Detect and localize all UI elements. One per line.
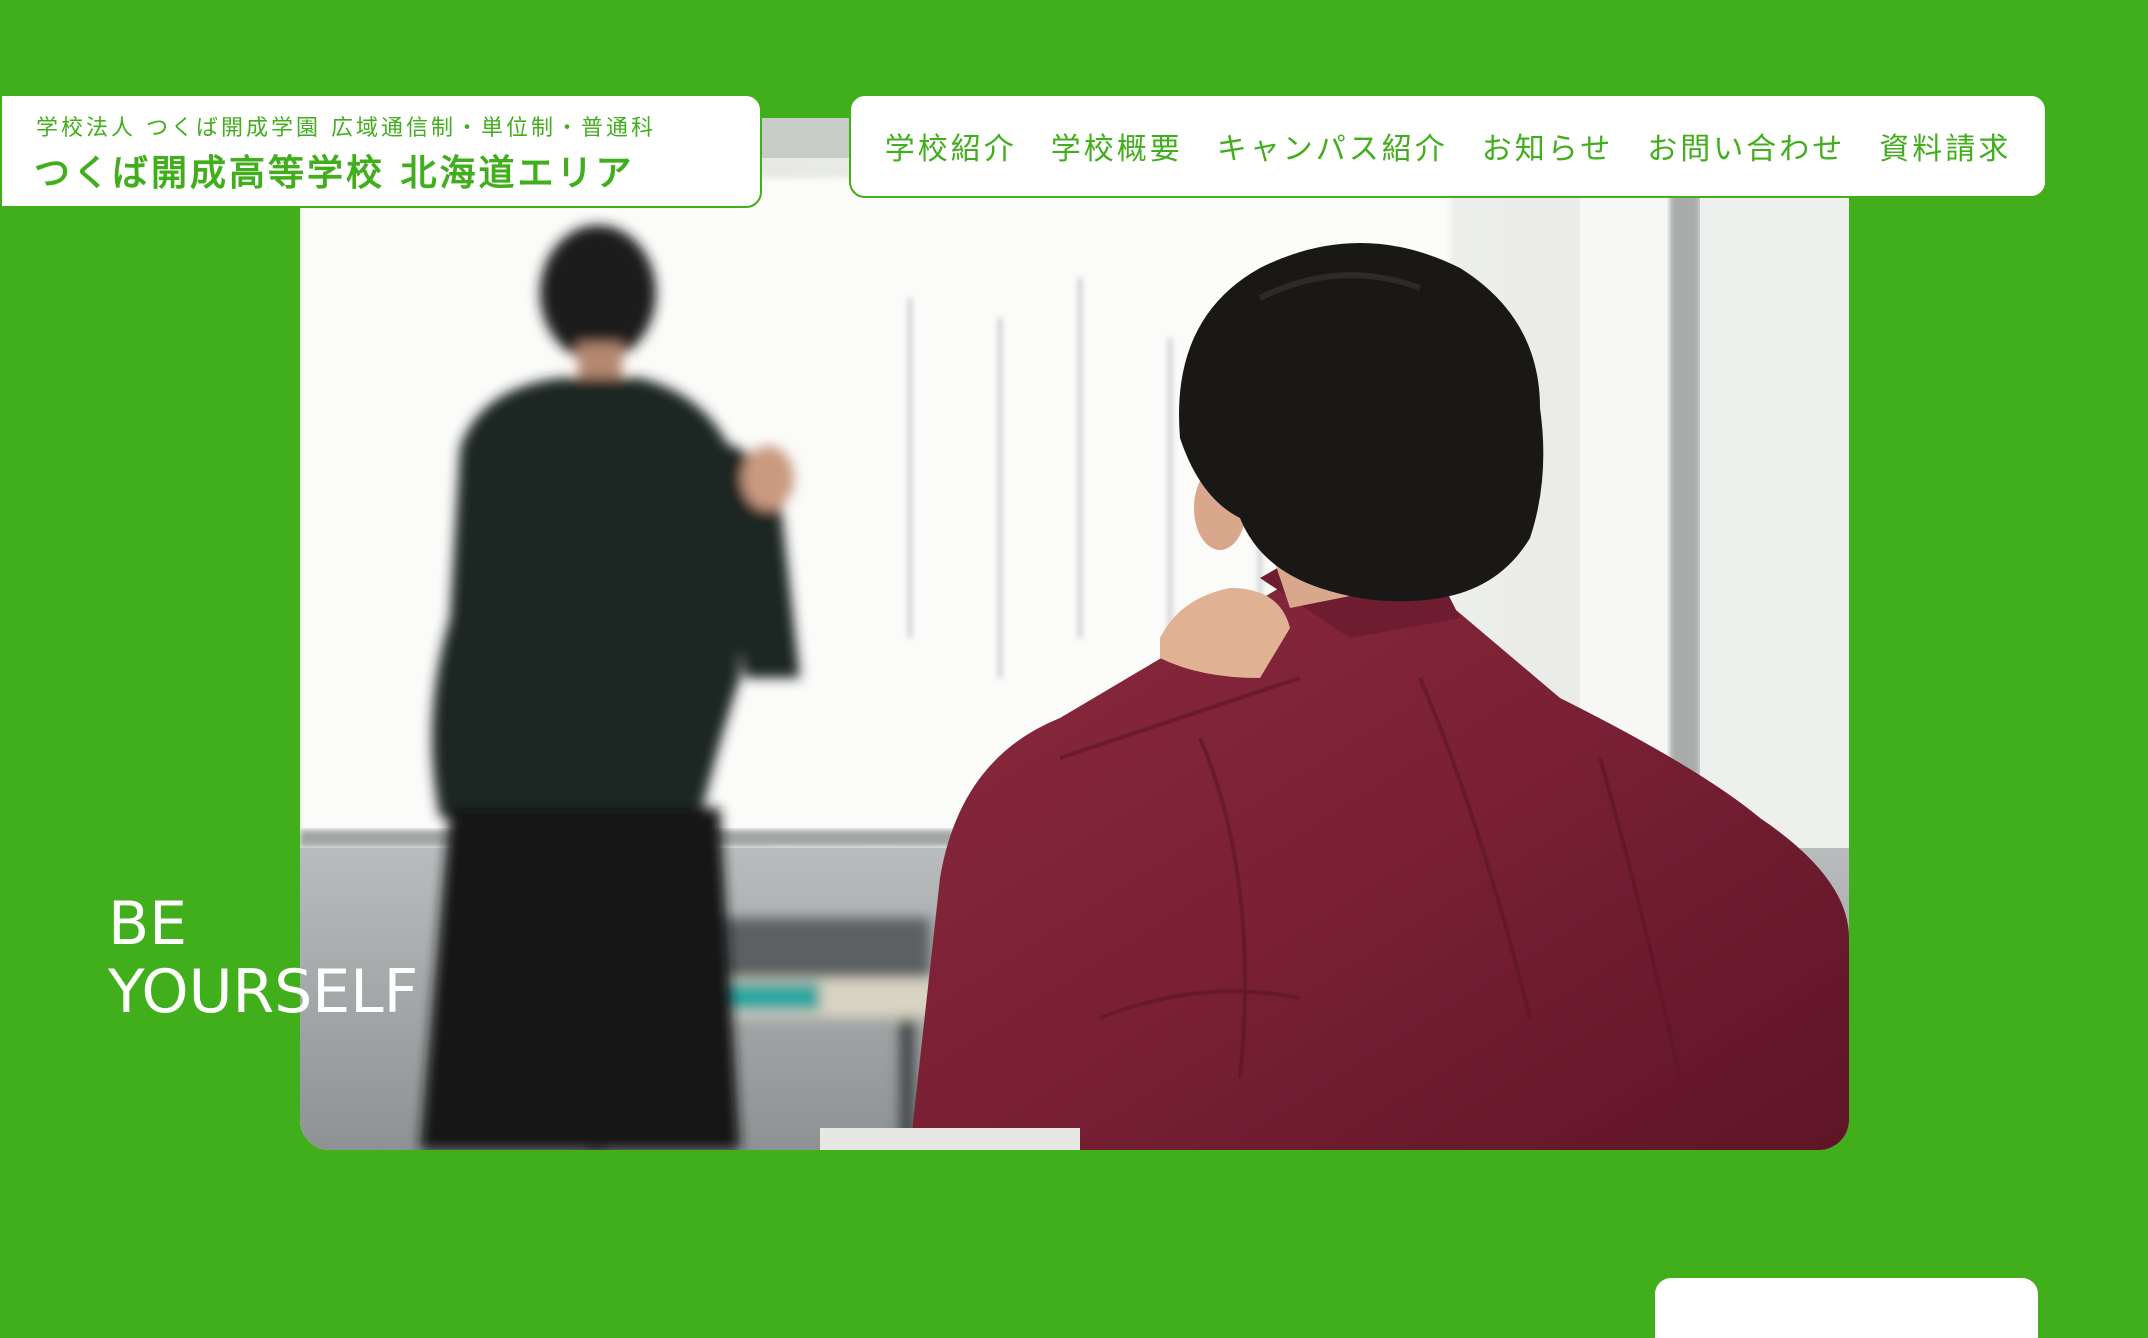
nav-item-contact[interactable]: お問い合わせ: [1647, 124, 1845, 168]
nav-item-school-intro[interactable]: 学校紹介: [885, 124, 1017, 168]
site-logo[interactable]: 学校法人 つくば開成学園 広域通信制・単位制・普通科 つくば開成高等学校 北海道…: [0, 94, 762, 208]
main-nav: 学校紹介 学校概要 キャンパス紹介 お知らせ お問い合わせ 資料請求: [849, 94, 2047, 198]
logo-subtitle: 学校法人 つくば開成学園 広域通信制・単位制・普通科: [36, 116, 656, 141]
hero-tagline: BE YOURSELF: [108, 890, 418, 1026]
nav-item-campus-intro[interactable]: キャンパス紹介: [1217, 124, 1448, 168]
tagline-line-2: YOURSELF: [108, 957, 419, 1027]
nav-item-news[interactable]: お知らせ: [1482, 124, 1613, 168]
nav-item-school-overview[interactable]: 学校概要: [1051, 124, 1183, 168]
bottom-card[interactable]: [1655, 1278, 2038, 1338]
hero-image: [300, 118, 1849, 1150]
nav-list: 学校紹介 学校概要 キャンパス紹介 お知らせ お問い合わせ 資料請求: [885, 124, 2011, 168]
tagline-line-1: BE: [108, 889, 188, 959]
logo-title: つくば開成高等学校 北海道エリア: [34, 153, 635, 194]
classroom-photo: [300, 118, 1849, 1150]
nav-item-request-materials[interactable]: 資料請求: [1879, 124, 2011, 168]
